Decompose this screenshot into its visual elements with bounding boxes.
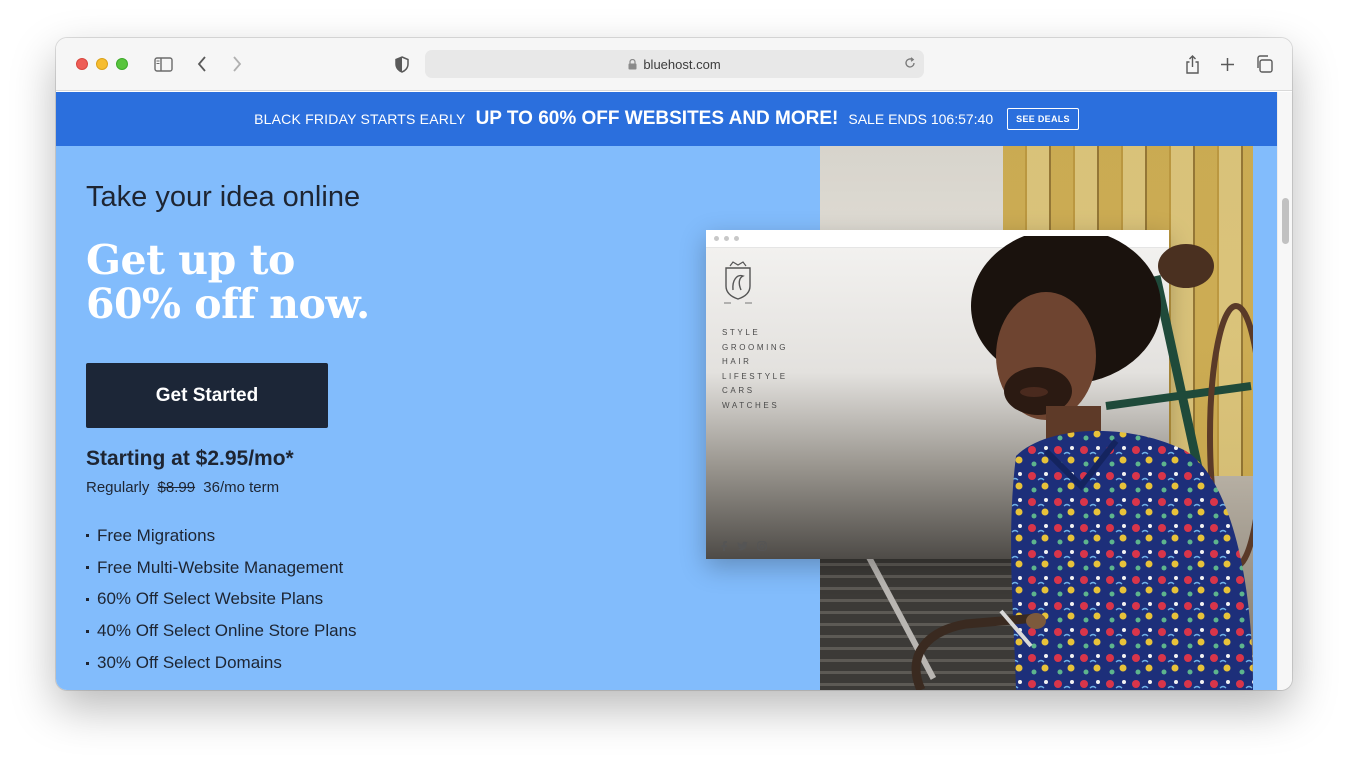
sidebar-toggle-icon[interactable]	[152, 53, 174, 75]
list-item: Free Multi-Website Management	[86, 552, 357, 584]
mockup-nav-item: GROOMING	[722, 342, 789, 352]
mockup-nav-item: STYLE	[722, 328, 761, 337]
bullet-icon	[86, 566, 89, 570]
starting-price: Starting at $2.95/mo*	[86, 447, 294, 470]
mockup-dot-icon	[734, 236, 739, 241]
scrollbar-thumb[interactable]	[1282, 198, 1289, 244]
man-with-bicycle-illustration	[911, 236, 1253, 690]
instagram-icon	[757, 541, 767, 551]
mockup-dot-icon	[724, 236, 729, 241]
bullet-icon	[86, 534, 89, 538]
list-item: Free Migrations	[86, 520, 357, 552]
bullet-icon	[86, 629, 89, 633]
regular-prefix: Regularly	[86, 479, 150, 496]
hero-section: Take your idea online Get up to 60% off …	[56, 146, 1277, 690]
mockup-social-icons	[720, 541, 767, 551]
reload-icon[interactable]	[904, 57, 916, 72]
twitter-icon	[737, 541, 748, 551]
hero-content: Take your idea online Get up to 60% off …	[86, 146, 686, 690]
list-item: 40% Off Select Online Store Plans	[86, 615, 357, 647]
url-text: bluehost.com	[643, 56, 721, 72]
lock-icon	[628, 58, 637, 70]
list-item: 30% Off Select Domains	[86, 647, 357, 679]
new-tab-plus-icon[interactable]	[1216, 53, 1238, 75]
regular-term: 36/mo term	[203, 479, 280, 496]
back-arrow-icon[interactable]	[191, 53, 213, 75]
feature-list: Free Migrations Free Multi-Website Manag…	[86, 520, 357, 679]
promo-banner: BLACK FRIDAY STARTS EARLY UP TO 60% OFF …	[56, 92, 1277, 146]
regular-price: $8.99	[157, 479, 196, 496]
mockup-dot-icon	[714, 236, 719, 241]
headline-line-2: 60% off now.	[86, 280, 370, 328]
headline-line-1: Get up to	[86, 236, 295, 284]
mockup-nav-item: HAIR	[722, 357, 752, 367]
forward-arrow-icon[interactable]	[226, 53, 248, 75]
page-scrollbar[interactable]	[1277, 92, 1292, 690]
share-icon[interactable]	[1181, 53, 1203, 75]
web-page: BLACK FRIDAY STARTS EARLY UP TO 60% OFF …	[56, 92, 1277, 690]
minimize-window-button[interactable]	[96, 58, 108, 70]
regular-price-line: Regularly $8.99 36/mo term	[86, 479, 279, 496]
hero-eyebrow: Take your idea online	[86, 181, 361, 213]
facebook-icon	[721, 541, 727, 551]
mockup-nav-item: WATCHES	[722, 400, 780, 410]
address-bar[interactable]: bluehost.com	[425, 50, 924, 78]
zoom-window-button[interactable]	[116, 58, 128, 70]
mockup-nav-item: CARS	[722, 386, 755, 396]
close-window-button[interactable]	[76, 58, 88, 70]
tab-overview-icon[interactable]	[1253, 53, 1275, 75]
bullet-icon	[86, 661, 89, 665]
banner-pre-text: BLACK FRIDAY STARTS EARLY	[254, 111, 466, 127]
mockup-nav-item: LIFESTYLE	[722, 371, 788, 381]
sale-countdown: SALE ENDS 106:57:40	[848, 111, 994, 127]
banner-main-text: UP TO 60% OFF WEBSITES AND MORE!	[475, 108, 839, 129]
browser-toolbar: bluehost.com	[56, 38, 1292, 91]
list-item: 60% Off Select Website Plans	[86, 584, 357, 616]
bullet-icon	[86, 597, 89, 601]
get-started-button[interactable]: Get Started	[86, 363, 328, 428]
see-deals-button[interactable]: SEE DEALS	[1007, 108, 1079, 130]
browser-window: bluehost.com BLACK FRIDAY STARTS EARLY U…	[56, 38, 1292, 690]
crest-logo-icon	[724, 261, 752, 304]
mockup-nav: STYLE GROOMING HAIR LIFESTYLE CARS WATCH…	[722, 326, 788, 414]
privacy-shield-icon[interactable]	[391, 53, 413, 75]
hero-headline: Get up to 60% off now.	[86, 238, 606, 326]
